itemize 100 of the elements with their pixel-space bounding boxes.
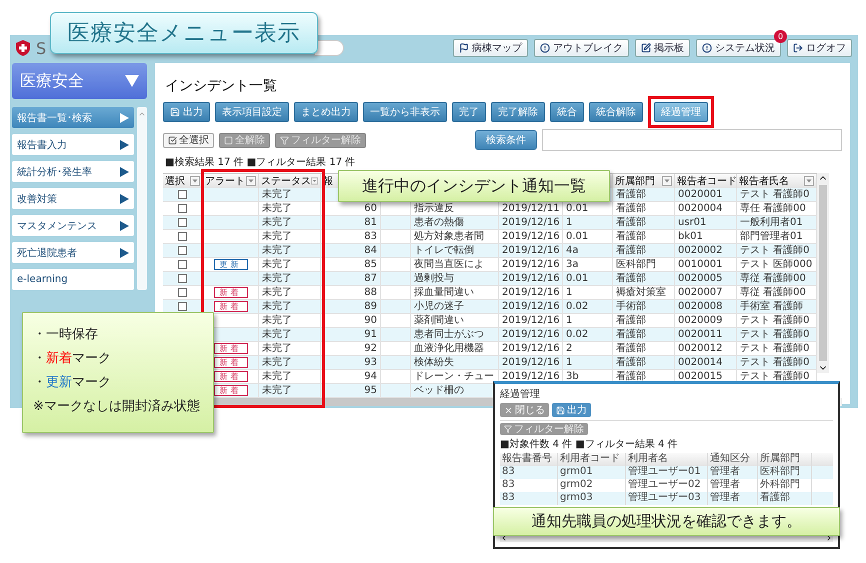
table-cell: テスト 看護師0	[740, 329, 810, 340]
table-cell: 83	[502, 492, 515, 503]
table-cell: 0010001	[678, 259, 723, 270]
column-header: 利用者コード	[560, 453, 620, 464]
table-cell: 0020014	[678, 357, 723, 368]
table-cell: 1	[566, 287, 572, 298]
table-cell: ベッド柵の	[414, 385, 464, 396]
legend-item: ・新着マーク	[33, 350, 112, 367]
table-cell: 看護部	[616, 203, 646, 214]
table-cell: 管理ユーザー02	[628, 479, 701, 490]
table-cell: 未完了	[259, 272, 321, 285]
table-cell: 2019/12/16	[502, 329, 560, 340]
alert-tag: 新着	[214, 385, 248, 396]
table-cell: 褥瘡対策室	[616, 287, 666, 298]
alert-tag: 新着	[214, 343, 248, 354]
logo-text: S	[36, 38, 46, 58]
table-cell: 85	[364, 259, 377, 270]
column-header: 報告書番号	[502, 453, 552, 464]
table-cell: 0.01	[566, 273, 588, 284]
table-cell: 0.02	[566, 329, 588, 340]
table-cell: 過剰投与	[414, 273, 454, 284]
table-cell: 管理者	[710, 492, 740, 503]
table-cell: 看護部	[616, 231, 646, 242]
table-cell: 管理ユーザー01	[628, 466, 701, 477]
table-cell: 2019/12/16	[502, 245, 560, 256]
table-cell: 93	[364, 357, 377, 368]
table-cell: 2019/12/16	[502, 357, 560, 368]
alert-tag: 更新	[214, 259, 248, 270]
table-cell: 91	[364, 329, 377, 340]
table-cell: 81	[364, 217, 377, 228]
table-cell: 医科部門	[616, 259, 656, 270]
alert-tag: 新着	[214, 301, 248, 312]
table-cell: 患者の熱傷	[414, 217, 464, 228]
column-header: 利用者名	[628, 453, 668, 464]
table-cell: 83	[502, 466, 515, 477]
table-cell: テスト 医師000	[740, 259, 812, 270]
dialog-title: 経過管理	[500, 388, 541, 401]
table-cell: 3a	[566, 259, 578, 270]
table-cell: 0020002	[678, 245, 723, 256]
table-cell: テスト 看護師0	[740, 343, 810, 354]
table-cell: 未完了	[259, 286, 321, 299]
legend-note: ※マークなしは開封済み状態	[33, 398, 200, 415]
column-header: アラート	[205, 175, 245, 188]
table-cell: 処方対象患者間	[414, 231, 484, 242]
table-cell: 2019/12/16	[502, 217, 560, 228]
table-cell: 看護部	[760, 492, 790, 503]
table-cell: 94	[364, 371, 377, 382]
table-cell: 83	[502, 479, 515, 490]
callout-text: 医療安全メニュー表示	[68, 20, 300, 48]
table-cell: 84	[364, 245, 377, 256]
table-cell: 看護部	[616, 217, 646, 228]
table-cell: 未完了	[259, 328, 321, 341]
table-cell: 2019/12/16	[502, 371, 560, 382]
table-cell: 夜間当直医によ	[414, 259, 484, 270]
table-cell: 検体紛失	[414, 357, 454, 368]
table-cell: 2019/12/16	[502, 301, 560, 312]
dialog-summary: ■対象件数 4 件 ■フィルター結果 4 件	[500, 438, 679, 451]
legend-item: ・一時保存	[33, 326, 99, 343]
table-cell: 指示違反	[414, 203, 454, 214]
table-cell: 0.01	[566, 203, 588, 214]
table-cell: 小児の迷子	[414, 301, 464, 312]
table-cell: 未完了	[259, 342, 321, 355]
table-cell: 2019/12/16	[502, 259, 560, 270]
table-cell: 専従 看護師00	[740, 287, 806, 298]
result-summary: ■検索結果 17 件 ■フィルター結果 17 件	[164, 156, 356, 169]
legend-item: ・更新マーク	[33, 374, 112, 391]
table-cell: 管理者	[710, 466, 740, 477]
table-cell: 83	[364, 231, 377, 242]
table-cell: 未完了	[259, 384, 321, 397]
table-cell: 2019/12/16	[502, 273, 560, 284]
table-cell: 外科部門	[760, 479, 800, 490]
table-cell: 部門管理者01	[740, 231, 803, 242]
table-cell: 看護部	[616, 189, 646, 200]
table-cell: 2019/12/16	[502, 287, 560, 298]
table-cell: 血液浄化用機器	[414, 343, 484, 354]
table-cell: 医科部門	[760, 466, 800, 477]
notification-badge: 0	[774, 30, 787, 43]
table-cell: 看護部	[616, 329, 646, 340]
table-cell: 未完了	[259, 216, 321, 229]
table-cell: 専任 看護師00	[740, 203, 806, 214]
table-cell: 0.02	[566, 301, 588, 312]
table-cell: 未完了	[259, 314, 321, 327]
table-cell: 2019/12/16	[502, 231, 560, 242]
table-cell: 1	[566, 357, 572, 368]
table-cell: 未完了	[259, 258, 321, 271]
table-cell: 未完了	[259, 244, 321, 257]
table-cell: トイレで転倒	[414, 245, 474, 256]
table-cell: テスト 看護師0	[740, 357, 810, 368]
table-cell: 2019/12/16	[502, 315, 560, 326]
table-cell: 87	[364, 273, 377, 284]
table-cell: 0020005	[678, 273, 723, 284]
sidebar-title-text: 医療安全	[20, 70, 84, 92]
table-cell: 管理者	[710, 479, 740, 490]
column-header: 所属部門	[615, 174, 655, 188]
column-header: 報告者コード	[677, 174, 737, 188]
table-cell: 看護部	[616, 273, 646, 284]
column-header: 通知区分	[710, 453, 750, 464]
table-cell: 1	[566, 315, 572, 326]
table-cell: 専従 看護師00	[740, 273, 806, 284]
table-cell: 92	[364, 343, 377, 354]
